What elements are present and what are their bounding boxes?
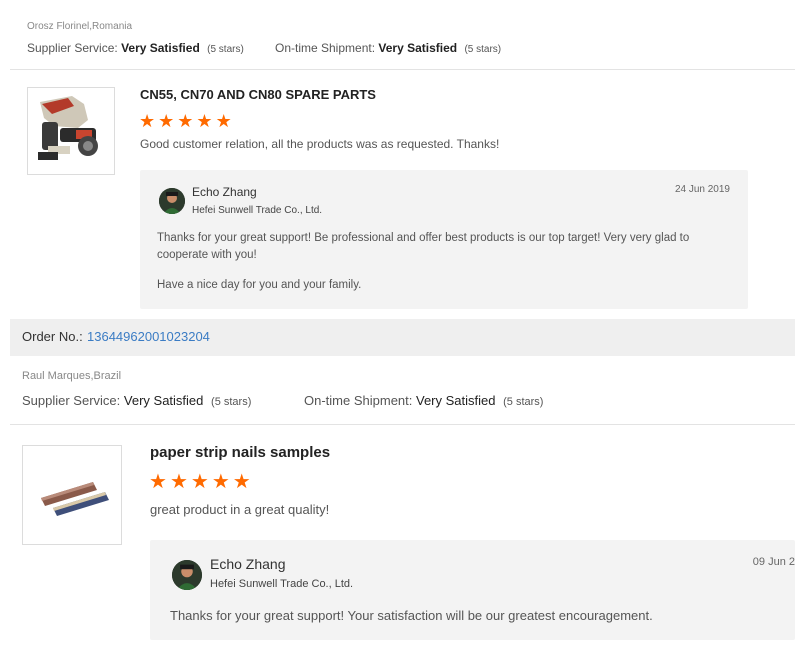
star-icon: ★ <box>196 111 213 131</box>
reply-company: Hefei Sunwell Trade Co., Ltd. <box>192 205 323 216</box>
star-icon: ★ <box>232 471 251 493</box>
star-icon: ★ <box>169 471 188 493</box>
star-rating: ★ ★ ★ ★ ★ <box>149 472 251 492</box>
seller-reply: Echo Zhang Hefei Sunwell Trade Co., Ltd.… <box>140 170 748 309</box>
supplier-service-stars: (5 stars) <box>211 396 252 408</box>
supplier-service-label: Supplier Service: <box>22 393 121 408</box>
shipment-value: Very Satisfied <box>416 393 496 408</box>
reply-text: Thanks for your great support! Be profes… <box>157 232 690 261</box>
supplier-service-value: Very Satisfied <box>123 393 204 408</box>
review-comment: Good customer relation, all the products… <box>140 137 500 151</box>
avatar-icon <box>159 188 185 214</box>
buyer-name: Raul Marques,Brazil <box>22 370 122 382</box>
reply-text: Have a nice day for you and your family. <box>157 279 362 291</box>
star-icon: ★ <box>215 111 232 131</box>
supplier-service-value: Very Satisfied <box>121 41 200 55</box>
reply-date: 24 Jun 2019 <box>674 184 730 195</box>
shipment-label: On-time Shipment: <box>304 393 413 408</box>
shipment-rating: On-time Shipment: Very Satisfied (5 star… <box>275 41 501 55</box>
star-icon: ★ <box>149 471 167 493</box>
reply-text: Thanks for your great support! Your sati… <box>170 608 653 623</box>
product-thumbnail[interactable] <box>27 87 115 175</box>
star-icon: ★ <box>190 471 209 493</box>
avatar <box>172 560 202 590</box>
reply-company: Hefei Sunwell Trade Co., Ltd. <box>210 578 354 590</box>
shipment-rating: On-time Shipment: Very Satisfied (5 star… <box>304 393 543 408</box>
shipment-value: Very Satisfied <box>378 41 458 55</box>
shipment-stars: (5 stars) <box>464 44 502 55</box>
nail-gun-image <box>28 88 114 174</box>
star-icon: ★ <box>177 111 194 131</box>
shipment-stars: (5 stars) <box>503 396 544 408</box>
product-thumbnail[interactable] <box>22 445 122 545</box>
divider <box>10 69 795 70</box>
product-title[interactable]: paper strip nails samples <box>150 444 330 461</box>
divider <box>10 424 795 425</box>
order-label: Order No.: <box>22 329 83 344</box>
seller-reply: Echo Zhang Hefei Sunwell Trade Co., Ltd.… <box>150 540 795 640</box>
avatar <box>159 188 185 214</box>
reply-author: Echo Zhang <box>210 556 286 572</box>
order-bar: Order No.: 13644962001023204 <box>10 319 795 356</box>
order-number-link[interactable]: 13644962001023204 <box>87 329 210 344</box>
supplier-service-rating: Supplier Service: Very Satisfied (5 star… <box>27 41 244 55</box>
supplier-service-rating: Supplier Service: Very Satisfied (5 star… <box>22 393 251 408</box>
reply-author: Echo Zhang <box>192 185 257 199</box>
star-icon: ★ <box>158 111 175 131</box>
avatar-icon <box>172 560 202 590</box>
paper-strip-nails-image <box>23 446 121 544</box>
reply-date: 09 Jun 2 <box>752 556 795 568</box>
star-icon: ★ <box>139 111 156 131</box>
supplier-service-stars: (5 stars) <box>207 44 244 55</box>
buyer-name: Orosz Florinel,Romania <box>27 21 133 32</box>
supplier-service-label: Supplier Service: <box>27 41 118 55</box>
review-comment: great product in a great quality! <box>150 502 330 517</box>
product-title[interactable]: CN55, CN70 AND CN80 SPARE PARTS <box>140 87 376 102</box>
shipment-label: On-time Shipment: <box>275 41 376 55</box>
star-rating: ★ ★ ★ ★ ★ <box>139 112 232 130</box>
star-icon: ★ <box>211 471 230 493</box>
